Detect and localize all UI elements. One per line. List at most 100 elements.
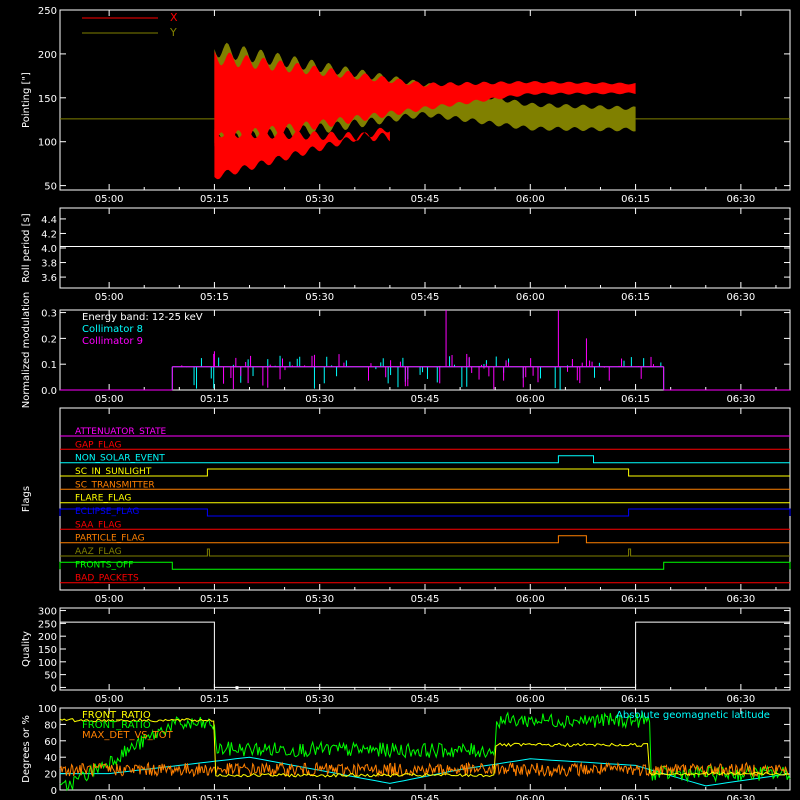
flag-label: GAP_FLAG	[75, 440, 121, 450]
y-tick-label: 50	[44, 671, 57, 682]
x-tick-label: 05:00	[95, 594, 124, 605]
flag-row-particle_flag	[60, 535, 790, 544]
y-axis-label: Flags	[21, 486, 32, 512]
y-tick-label: 150	[38, 94, 57, 105]
flag-label: AAZ_FLAG	[75, 547, 122, 557]
y-tick-label: 4.2	[41, 229, 57, 240]
legend-label-collimator-9: Collimator 9	[82, 336, 143, 347]
x-tick-label: 05:15	[200, 292, 229, 303]
flag-row-sc_in_sunlight	[60, 468, 790, 477]
x-tick-label: 05:00	[95, 194, 124, 205]
y-tick-label: 60	[44, 737, 57, 748]
y-tick-label: 40	[44, 753, 57, 764]
legend-label-Y: Y	[169, 26, 177, 39]
x-tick-label: 06:15	[621, 594, 650, 605]
chart-figure: 05:00 05:15 05:30 05:45 06:00 06:15 06:30 50 100…	[0, 0, 800, 800]
legend-label-collimator-8: Collimator 8	[82, 324, 143, 335]
plot-frame-4	[59, 607, 791, 691]
x-tick-label: 05:30	[305, 292, 334, 303]
quality-line	[60, 621, 790, 688]
x-tick-label: 06:00	[516, 794, 545, 800]
x-tick-label: 06:00	[516, 292, 545, 303]
flag-label: BAD_PACKETS	[75, 574, 139, 584]
x-tick-label: 06:30	[726, 594, 755, 605]
x-tick-label: 06:30	[726, 394, 755, 405]
x-tick-label: 05:30	[305, 194, 334, 205]
x-tick-label: 05:00	[95, 794, 124, 800]
y-axis-label: Degrees or %	[21, 715, 32, 783]
y-tick-label: 0.3	[41, 309, 57, 320]
flag-line	[60, 455, 790, 464]
flag-label: SC_IN_SUNLIGHT	[75, 467, 152, 477]
y-tick-label: 100	[38, 138, 57, 149]
y-tick-label: 250	[38, 6, 57, 17]
flag-row-fronts_off	[59, 561, 791, 570]
flag-label: ECLIPSE_FLAG	[75, 507, 139, 517]
y-tick-label: 0.2	[41, 334, 57, 345]
x-tick-label: 05:45	[411, 794, 440, 800]
x-tick-label: 05:30	[305, 394, 334, 405]
x-tick-label: 06:15	[621, 394, 650, 405]
x-tick-label: 06:00	[516, 394, 545, 405]
legend-label-geomagnetic: Absolute geomagnetic latitude	[616, 710, 770, 721]
x-tick-label: 05:45	[411, 292, 440, 303]
legend-label-X: X	[170, 11, 178, 24]
x-tick-label: 05:15	[200, 694, 229, 705]
x-tick-label: 05:45	[411, 194, 440, 205]
y-tick-label: 100	[38, 704, 57, 715]
flag-label: SAA_FLAG	[75, 520, 121, 530]
x-tick-label: 05:30	[305, 794, 334, 800]
y-tick-label: 250	[38, 619, 57, 630]
flag-label: FLARE_FLAG	[75, 494, 131, 504]
y-axis-label: Pointing ["]	[21, 72, 32, 128]
x-tick-label: 05:00	[95, 292, 124, 303]
y-tick-label: 100	[38, 658, 57, 669]
x-tick-label: 05:30	[305, 594, 334, 605]
y-tick-label: 0.1	[41, 360, 57, 371]
flag-line	[60, 535, 790, 544]
y-axis-label: Quality	[21, 631, 32, 667]
flag-label: FRONTS_OFF	[75, 560, 133, 570]
plot-frame-1	[59, 207, 791, 289]
x-tick-label: 05:00	[95, 694, 124, 705]
y-tick-label: 50	[44, 182, 57, 193]
y-axis-label: Roll period [s]	[21, 213, 32, 282]
x-tick-label: 05:45	[411, 394, 440, 405]
x-tick-label: 06:30	[726, 694, 755, 705]
flag-row-non_solar_event	[60, 455, 790, 464]
energy-band-annotation: Energy band: 12-25 keV	[82, 312, 203, 323]
x-tick-label: 05:45	[411, 694, 440, 705]
y-tick-label: 4.4	[41, 215, 57, 226]
x-tick-label: 06:00	[516, 694, 545, 705]
legend-label-max-det: MAX_DET_VS_TOT	[82, 730, 174, 741]
y-tick-label: 0	[51, 683, 57, 694]
y-tick-label: 3.6	[41, 273, 57, 284]
flag-line	[60, 468, 790, 477]
flag-label: PARTICLE_FLAG	[75, 534, 145, 544]
flag-label: SC_TRANSMITTER	[75, 480, 155, 490]
flag-line	[59, 508, 791, 517]
y-axis-label: Normalized modulation	[21, 292, 32, 409]
flag-line	[59, 561, 791, 570]
x-tick-label: 05:15	[200, 394, 229, 405]
y-tick-label: 20	[44, 770, 57, 781]
x-tick-label: 05:30	[305, 694, 334, 705]
y-tick-label: 4.0	[41, 244, 57, 255]
flag-row-aaz_flag	[60, 548, 790, 557]
series-collimator-9	[171, 353, 665, 390]
y-tick-label: 300	[38, 607, 57, 618]
x-tick-label: 06:00	[516, 594, 545, 605]
flag-row-eclipse_flag	[59, 508, 791, 517]
x-tick-label: 05:00	[95, 394, 124, 405]
chart-canvas: 05:00 05:15 05:30 05:45 06:00 06:15 06:30 50 100…	[21, 6, 791, 800]
x-tick-label: 06:15	[621, 292, 650, 303]
x-tick-label: 06:15	[621, 694, 650, 705]
x-tick-label: 06:00	[516, 194, 545, 205]
y-tick-label: 80	[44, 720, 57, 731]
series-geomagnetic-latitude	[60, 756, 791, 787]
x-tick-label: 06:30	[726, 794, 755, 800]
y-tick-label: 3.8	[41, 259, 57, 270]
y-tick-label: 0	[51, 786, 57, 797]
x-tick-label: 06:30	[726, 194, 755, 205]
y-tick-label: 0.0	[41, 386, 57, 397]
